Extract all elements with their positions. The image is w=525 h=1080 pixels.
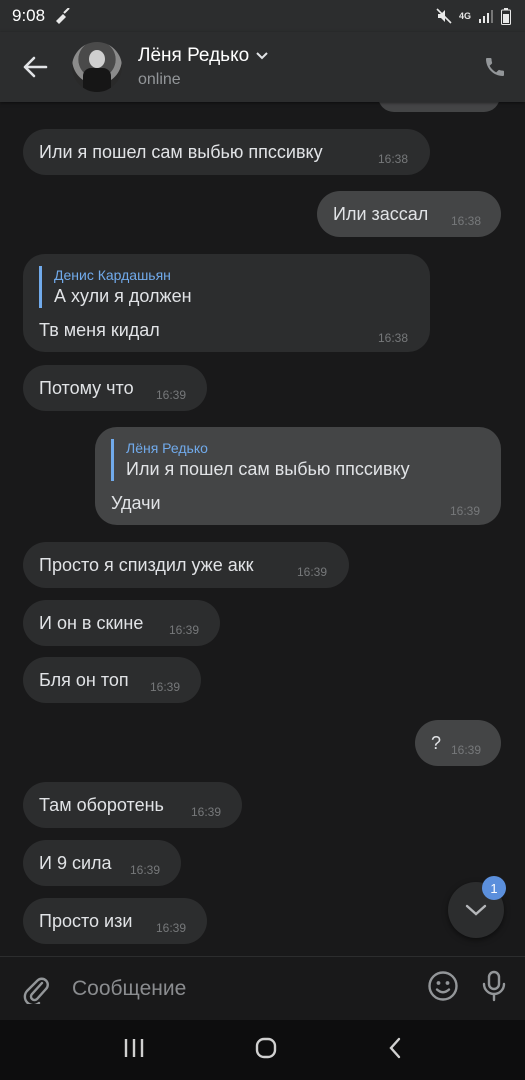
home-button[interactable] — [254, 1036, 278, 1065]
message-time: 16:39 — [451, 743, 482, 757]
attach-button[interactable] — [0, 974, 72, 1004]
peer-info[interactable]: Лёня Редько online — [138, 45, 269, 89]
message-time: 16:39 — [169, 623, 200, 637]
chevron-down-icon — [256, 52, 268, 60]
message-text: Там оборотень — [39, 795, 164, 815]
message-text: Или зассал — [333, 204, 429, 224]
reply-quote[interactable]: Денис Кардашьян А хули я должен — [39, 266, 192, 308]
message-text: Просто я спиздил уже акк — [39, 555, 254, 575]
arrow-left-icon — [23, 56, 48, 78]
microphone-icon — [482, 970, 506, 1002]
message-text: Потому что — [39, 378, 134, 398]
message-time: 16:39 — [156, 921, 187, 935]
peer-name: Лёня Редько — [138, 45, 250, 66]
chat-header: Лёня Редько online — [0, 32, 525, 102]
message-input[interactable] — [72, 976, 427, 1001]
message-time: 16:38 — [378, 331, 409, 345]
recents-icon — [124, 1038, 144, 1057]
unread-badge: 1 — [482, 876, 506, 900]
message-time: 16:39 — [156, 388, 187, 402]
reply-author: Денис Кардашьян — [54, 267, 171, 283]
emoji-button[interactable] — [427, 970, 459, 1007]
call-button[interactable] — [483, 55, 507, 79]
broom-icon — [53, 8, 71, 24]
network-type: 4G — [458, 10, 471, 21]
message-bubble[interactable]: Бля он топ 16:39 — [23, 657, 201, 703]
phone-icon — [486, 58, 504, 76]
message-text: И он в скине — [39, 613, 144, 633]
message-bubble[interactable]: ? 16:39 — [415, 720, 501, 766]
recents-button[interactable] — [122, 1037, 146, 1064]
message-bubble[interactable]: Просто изи 16:39 — [23, 898, 207, 944]
message-time: 16:39 — [150, 680, 181, 694]
message-composer — [0, 956, 525, 1020]
chevron-left-icon — [389, 1037, 401, 1058]
message-time: 16:39 — [130, 863, 161, 877]
reply-text: Или я пошел сам выбью ппссивку — [126, 459, 410, 479]
status-bar: 9:08 4G — [0, 0, 525, 32]
message-bubble[interactable]: Потому что 16:39 — [23, 365, 207, 411]
paperclip-icon — [23, 977, 49, 1004]
back-button[interactable] — [0, 32, 70, 102]
signal-icon — [478, 9, 494, 23]
message-time: 16:39 — [297, 565, 328, 579]
voice-message-button[interactable] — [481, 970, 507, 1007]
reply-quote[interactable]: Лёня Редько Или я пошел сам выбью ппссив… — [111, 439, 410, 481]
mute-icon — [436, 8, 452, 24]
chevron-down-icon — [465, 904, 487, 916]
system-back-button[interactable] — [387, 1036, 403, 1065]
message-text: Тв меня кидал — [39, 320, 160, 340]
smile-icon — [428, 971, 458, 1001]
peer-status: online — [138, 71, 181, 88]
reply-text: А хули я должен — [54, 286, 192, 306]
reply-author: Лёня Редько — [126, 440, 208, 456]
battery-icon — [501, 7, 511, 25]
message-time: 16:39 — [450, 504, 481, 518]
message-bubble-reply[interactable]: Денис Кардашьян А хули я должен Тв меня … — [23, 254, 430, 352]
message-bubble[interactable]: Или зассал 16:38 — [317, 191, 501, 237]
message-text: ? — [431, 733, 442, 753]
system-nav-bar — [0, 1020, 525, 1080]
message-text: Просто изи — [39, 911, 133, 931]
message-bubble-reply[interactable]: Лёня Редько Или я пошел сам выбью ппссив… — [95, 427, 501, 525]
status-time: 9:08 — [12, 6, 46, 25]
message-time: 16:38 — [378, 152, 409, 166]
message-bubble[interactable]: Или я пошел сам выбью ппссивку 16:38 — [23, 129, 430, 175]
message-bubble[interactable]: Просто я спиздил уже акк 16:39 — [23, 542, 349, 588]
message-time: 16:39 — [191, 805, 222, 819]
avatar[interactable] — [72, 42, 122, 92]
message-bubble[interactable]: И он в скине 16:39 — [23, 600, 220, 646]
message-text: Удачи — [111, 493, 161, 513]
message-text: Бля он топ — [39, 670, 129, 690]
message-time: 16:38 — [451, 214, 482, 228]
home-icon — [256, 1037, 277, 1058]
message-bubble[interactable]: И 9 сила 16:39 — [23, 840, 181, 886]
message-text: Или я пошел сам выбью ппссивку — [39, 142, 323, 162]
message-bubble[interactable]: Там оборотень 16:39 — [23, 782, 242, 828]
message-text: И 9 сила — [39, 853, 112, 873]
